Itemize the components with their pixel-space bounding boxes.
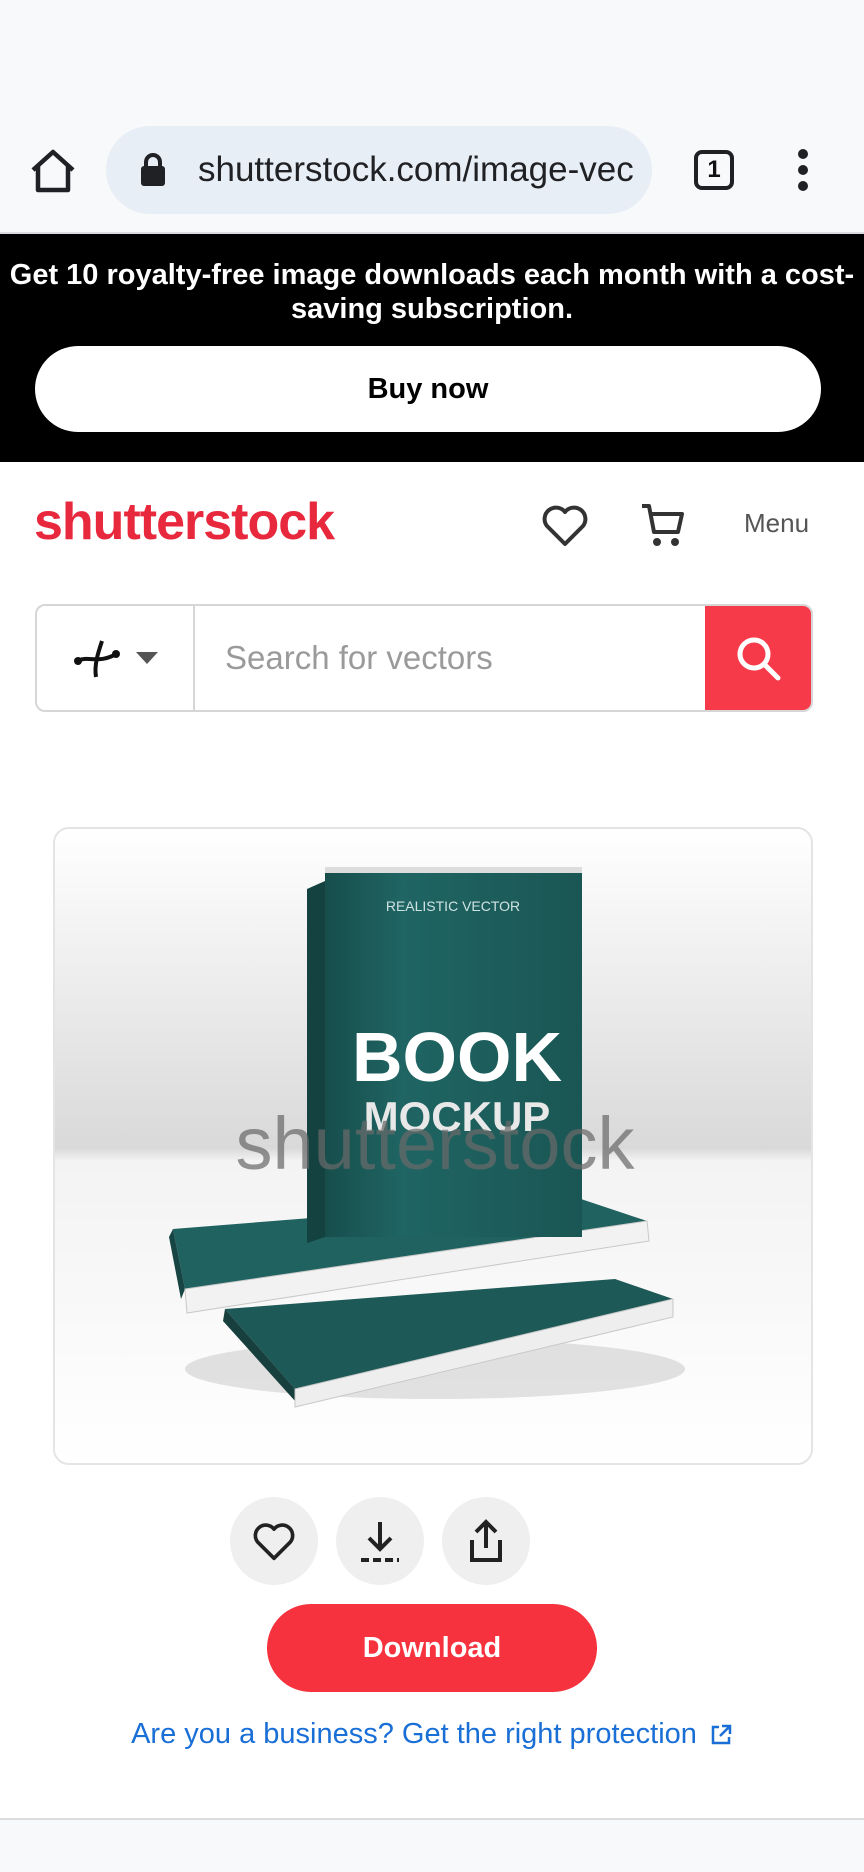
tab-switcher-button[interactable]: 1	[694, 150, 734, 190]
quick-download-button[interactable]	[336, 1497, 424, 1585]
shutterstock-logo[interactable]: shutterstock	[34, 492, 335, 552]
promo-text: Get 10 royalty-free image downloads each…	[9, 259, 855, 325]
book-mockup-illustration: REALISTIC VECTOR BOOK MOCKUP shutterstoc…	[55, 829, 811, 1463]
share-icon	[470, 1519, 502, 1562]
search-input[interactable]	[195, 606, 705, 710]
business-link-text[interactable]: Are you a business? Get the right protec…	[131, 1718, 697, 1751]
favorites-heart-icon[interactable]	[540, 502, 590, 548]
buy-now-button[interactable]: Buy now	[35, 346, 821, 432]
lock-icon	[141, 153, 165, 186]
vector-curve-icon	[74, 640, 120, 678]
watermark: shutterstock	[236, 1102, 636, 1185]
home-icon[interactable]	[28, 148, 78, 194]
chevron-down-icon	[136, 652, 158, 664]
external-link-icon	[711, 1724, 732, 1744]
site-content: shutterstock Menu Search for vectors REA…	[0, 462, 864, 1820]
share-button[interactable]	[442, 1497, 530, 1585]
promo-banner: Get 10 royalty-free image downloads each…	[0, 234, 864, 462]
search-bar	[35, 604, 813, 712]
url-text: shutterstock.com/image-vec	[198, 150, 634, 189]
book-top-text: REALISTIC VECTOR	[386, 898, 520, 914]
menu-link[interactable]: Menu	[744, 508, 809, 539]
cart-icon[interactable]	[638, 500, 688, 550]
page: shutterstock.com/image-vec 1 Get 10 roya…	[0, 0, 864, 1872]
search-icon	[737, 637, 781, 681]
image-preview[interactable]: REALISTIC VECTOR BOOK MOCKUP shutterstoc…	[53, 827, 813, 1465]
search-button[interactable]	[705, 606, 811, 710]
download-icon	[361, 1522, 399, 1562]
address-bar[interactable]: shutterstock.com/image-vec	[106, 126, 652, 214]
heart-icon	[253, 1523, 295, 1561]
asset-type-dropdown[interactable]	[37, 606, 195, 710]
more-options-icon[interactable]	[796, 148, 810, 192]
business-protection-link[interactable]: Are you a business? Get the right protec…	[0, 1718, 864, 1751]
browser-toolbar: shutterstock.com/image-vec 1	[0, 0, 864, 234]
save-to-favorites-button[interactable]	[230, 1497, 318, 1585]
book-title-line1: BOOK	[352, 1018, 562, 1096]
tab-count: 1	[707, 156, 721, 183]
download-button[interactable]: Download	[267, 1604, 597, 1692]
divider	[0, 1818, 864, 1820]
